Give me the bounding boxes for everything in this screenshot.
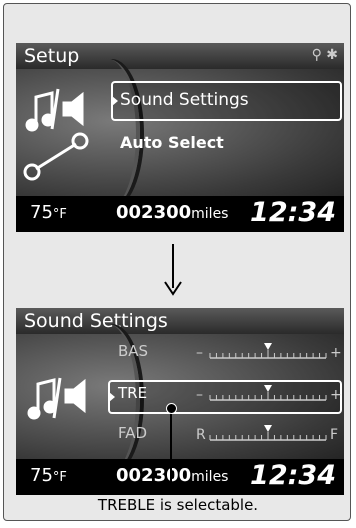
slider-thumb xyxy=(264,425,272,432)
menu-item-auto-select[interactable]: Auto Select xyxy=(120,133,224,152)
callout-dot xyxy=(166,403,177,414)
cursor-arrow-icon xyxy=(112,96,118,106)
slider-max-label: + xyxy=(330,387,342,403)
slider-min-label: R xyxy=(196,427,206,443)
slider-thumb xyxy=(264,385,272,392)
caption: TREBLE is selectable. xyxy=(97,496,259,514)
clock: 12:34 xyxy=(250,460,336,491)
slider-thumb xyxy=(264,343,272,350)
setting-label-fad: FAD xyxy=(118,424,148,442)
odometer-readout: 002300miles xyxy=(116,202,229,223)
slider-min-label: – xyxy=(196,387,203,403)
temperature-readout: 75°F xyxy=(30,465,67,486)
setting-label-tre: TRE xyxy=(118,384,148,402)
arrow-down-icon xyxy=(164,281,182,296)
odometer-readout: 002300miles xyxy=(116,465,229,486)
setup-screen: Setup ⚲ ✱ Sound Settings Auto Select 75°… xyxy=(16,43,344,232)
setting-label-bas: BAS xyxy=(118,342,149,360)
clock: 12:34 xyxy=(250,197,336,228)
menu-item-sound-settings[interactable]: Sound Settings xyxy=(120,90,249,110)
slider-fad[interactable]: RF xyxy=(196,423,342,443)
screen-title: Setup xyxy=(24,45,80,67)
temperature-readout: 75°F xyxy=(30,202,67,223)
slider-min-label: – xyxy=(196,345,203,361)
slider-bas[interactable]: – + xyxy=(196,341,342,361)
cursor-arrow-icon xyxy=(109,392,115,402)
status-footer: 75°F 002300miles 12:34 xyxy=(16,459,344,495)
status-footer: 75°F 002300miles 12:34 xyxy=(16,196,344,232)
sound-settings-screen: Sound Settings BAS – + TRE – + FAD R F 75°F 0023… xyxy=(16,308,344,495)
title-bar: Sound Settings xyxy=(16,308,344,334)
callout-line xyxy=(170,407,172,484)
slider-max-label: + xyxy=(330,345,342,361)
settings-body: BAS – + TRE – + FAD R F xyxy=(16,324,344,474)
menu-body: Sound Settings Auto Select xyxy=(16,59,344,209)
slider-tre[interactable]: – + xyxy=(196,383,342,403)
title-bar: Setup ⚲ ✱ xyxy=(16,43,344,69)
slider-max-label: F xyxy=(330,427,338,443)
usb-bluetooth-icon: ⚲ ✱ xyxy=(311,47,338,63)
